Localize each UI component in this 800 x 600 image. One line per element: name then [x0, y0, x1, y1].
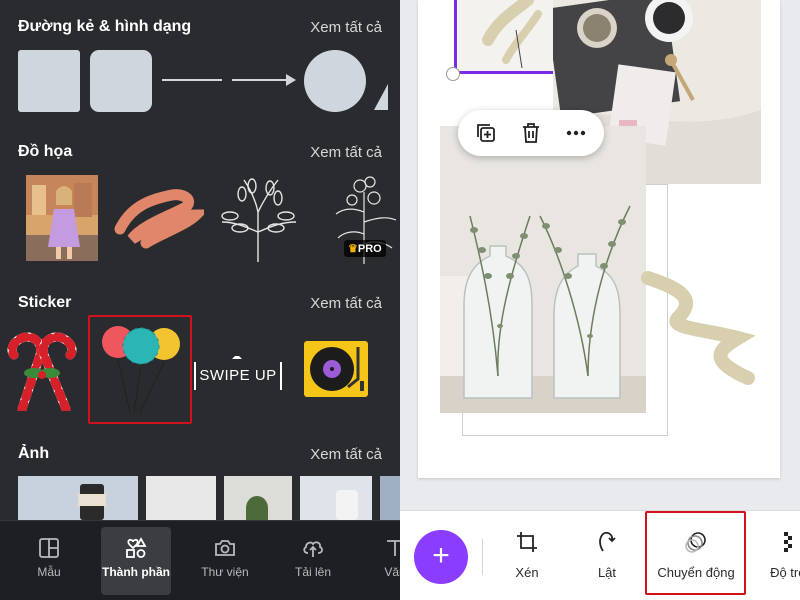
bottles-photo[interactable]: [440, 126, 646, 413]
section-title-graphics: Đồ họa: [18, 143, 73, 160]
nav-gallery-label: Thư viện: [201, 565, 249, 579]
nav-templates-label: Mẫu: [37, 565, 61, 579]
elements-icon: [126, 537, 147, 558]
photo-thumbnail-tiles[interactable]: [300, 476, 372, 520]
tool-crop-label: Xén: [515, 565, 539, 580]
triangle-shape[interactable]: [374, 84, 388, 110]
more-icon[interactable]: [564, 121, 588, 145]
nav-text[interactable]: Văn: [360, 527, 400, 595]
graphic-botanical-sketch[interactable]: [212, 172, 304, 264]
see-all-lines-shapes[interactable]: Xem tất cả: [310, 19, 382, 36]
sticker-candy-canes[interactable]: [0, 325, 84, 411]
transparency-icon: [784, 532, 792, 552]
rounded-square-shape[interactable]: [90, 50, 152, 112]
pro-badge: ♛PRO: [344, 240, 386, 257]
text-icon: [387, 540, 400, 556]
section-title-sticker: Sticker: [18, 294, 72, 311]
camera-icon: [215, 540, 235, 556]
see-all-photos[interactable]: Xem tất cả: [310, 446, 382, 463]
tool-flip-label: Lật: [597, 565, 617, 580]
pro-label: PRO: [357, 243, 382, 255]
animate-highlight-box: [645, 511, 746, 595]
design-page[interactable]: [418, 0, 780, 478]
nav-upload-label: Tải lên: [294, 565, 332, 579]
section-title-photos: Ảnh: [18, 445, 50, 462]
chevron-up-icon: [232, 356, 242, 359]
line-shape[interactable]: [162, 79, 222, 81]
tool-flip[interactable]: Lật: [592, 525, 622, 580]
nav-elements-label: Thành phần: [102, 565, 170, 579]
sticker-turntable[interactable]: [304, 341, 368, 397]
section-title-lines-shapes: Đường kẻ & hình dạng: [18, 18, 192, 35]
brush-stroke-graphic[interactable]: [638, 268, 768, 398]
square-shape[interactable]: [18, 50, 80, 112]
sticker-swipe-up[interactable]: SWIPE UP: [194, 356, 282, 396]
nav-gallery[interactable]: Thư viện: [190, 527, 260, 595]
tool-transparency[interactable]: Độ trong: [760, 525, 800, 580]
duplicate-icon[interactable]: [474, 121, 498, 145]
delete-icon[interactable]: [519, 121, 543, 145]
left-bottom-nav: Mẫu Thành phần Thư viện Tải lên Văn: [0, 520, 400, 600]
photo-thumbnail-partial[interactable]: [380, 476, 400, 520]
crop-icon: [517, 532, 537, 552]
nav-templates[interactable]: Mẫu: [14, 527, 84, 595]
graphic-floral-sketch[interactable]: ♛PRO: [330, 172, 400, 264]
nav-upload[interactable]: Tải lên: [278, 527, 348, 595]
see-all-graphics[interactable]: Xem tất cả: [310, 144, 382, 161]
photo-thumbnail-coffee[interactable]: [18, 476, 138, 520]
toolbar-divider: [482, 539, 483, 575]
element-context-menu: [458, 110, 604, 156]
crown-icon: ♛: [348, 243, 358, 255]
nav-elements[interactable]: Thành phần: [101, 527, 171, 595]
add-button[interactable]: +: [414, 530, 468, 584]
template-icon: [39, 538, 59, 558]
resize-handle-bottom-left[interactable]: [446, 67, 460, 81]
tool-transparency-label: Độ trong: [770, 565, 800, 580]
photo-thumbnail-plant[interactable]: [224, 476, 292, 520]
sticker-highlight-box: [88, 315, 192, 424]
flip-icon: [599, 531, 616, 552]
upload-icon: [303, 541, 323, 557]
elements-panel: Đường kẻ & hình dạng Xem tất cả Đồ họa X…: [0, 0, 400, 600]
graphic-photo-woman[interactable]: [26, 175, 98, 261]
circle-shape[interactable]: [304, 50, 366, 112]
swipe-up-text: SWIPE UP: [199, 367, 277, 384]
nav-text-label: Văn: [384, 565, 400, 579]
edit-toolbar: + Xén Lật Chuyển động Độ trong: [400, 510, 800, 600]
tool-crop[interactable]: Xén: [512, 525, 542, 580]
see-all-sticker[interactable]: Xem tất cả: [310, 295, 382, 312]
photo-thumbnail-white[interactable]: [146, 476, 216, 520]
graphic-paint-strokes[interactable]: [112, 185, 204, 249]
arrow-line-shape[interactable]: [232, 70, 296, 90]
